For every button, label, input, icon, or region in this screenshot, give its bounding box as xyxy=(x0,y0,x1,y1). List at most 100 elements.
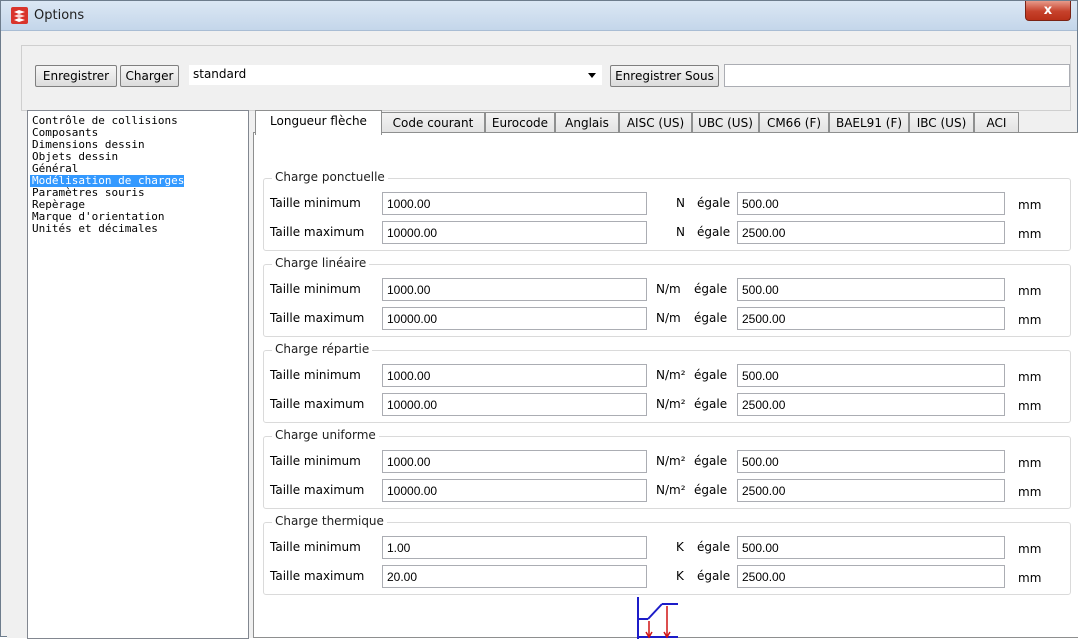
force-unit-label: N xyxy=(676,196,685,210)
equals-length-input[interactable] xyxy=(737,565,1005,588)
size-input[interactable] xyxy=(382,278,647,301)
length-unit-label: mm xyxy=(1018,571,1042,585)
group-title: Charge linéaire xyxy=(272,256,370,270)
dialog-client-area: Enregistrer Charger standard Enregistrer… xyxy=(7,31,1078,639)
load-button[interactable]: Charger xyxy=(120,65,179,87)
equals-label: égale xyxy=(697,196,731,210)
min-size-row: Taille minimum N/m² égale mm xyxy=(264,364,1070,388)
tab-panel-longueur-fleche: Charge ponctuelleTaille minimumNégalemmT… xyxy=(253,132,1078,639)
equals-label: égale xyxy=(697,540,731,554)
tab-aci[interactable]: ACI xyxy=(974,112,1019,134)
size-label: Taille maximum xyxy=(270,483,365,497)
max-size-row: Taille maximum Kégale mm xyxy=(264,565,1070,589)
size-label: Taille minimum xyxy=(270,540,361,554)
group-charge-uniforme: Charge uniforme Taille minimum N/m² égale mm… xyxy=(263,428,1071,509)
min-size-row: Taille minimum N/m² égale mm xyxy=(264,450,1070,474)
force-unit-label: N/m² xyxy=(656,454,686,468)
min-size-row: Taille minimum Kégale mm xyxy=(264,536,1070,560)
tab-longueur-fleche[interactable]: Longueur flèche xyxy=(255,110,382,135)
group-charge-lineaire: Charge linéaire Taille minimum N/m égale mm T… xyxy=(263,256,1071,337)
tab-aisc-us[interactable]: AISC (US) xyxy=(619,112,692,134)
tab-code-courant[interactable]: Code courant xyxy=(381,112,485,134)
tab-anglais[interactable]: Anglais xyxy=(555,112,619,134)
equals-label: égale xyxy=(694,397,728,411)
options-window: Options x Enregistrer Charger standard E… xyxy=(0,0,1078,639)
tab-cm66-f[interactable]: CM66 (F) xyxy=(759,112,829,134)
length-unit-label: mm xyxy=(1018,456,1042,470)
category-item-unites-et-decimales[interactable]: Unités et décimales xyxy=(30,223,184,235)
size-input[interactable] xyxy=(382,393,647,416)
size-input[interactable] xyxy=(382,479,647,502)
size-input[interactable] xyxy=(382,536,647,559)
equals-length-input[interactable] xyxy=(737,450,1005,473)
category-list[interactable]: Contrôle de collisions Composants Dimensio… xyxy=(27,110,249,639)
min-size-row: Taille minimum Négale mm xyxy=(264,192,1070,216)
group-charge-ponctuelle: Charge ponctuelleTaille minimumNégalemmT… xyxy=(263,170,1071,251)
preset-select[interactable]: standard xyxy=(188,64,603,86)
window-title: Options xyxy=(34,8,85,23)
equals-length-input[interactable] xyxy=(737,192,1005,215)
max-size-row: Taille maximum N/m égale mm xyxy=(264,307,1070,331)
size-label: Taille minimum xyxy=(270,454,361,468)
length-unit-label: mm xyxy=(1018,198,1042,212)
size-label: Taille maximum xyxy=(270,225,365,239)
size-label: Taille maximum xyxy=(270,311,365,325)
size-input[interactable] xyxy=(382,565,647,588)
group-charge-repartie: Charge répartie Taille minimum N/m² égale mm… xyxy=(263,342,1071,423)
tab-bael91-f[interactable]: BAEL91 (F) xyxy=(829,112,909,134)
size-label: Taille maximum xyxy=(270,397,365,411)
load-arrow-diagram-icon xyxy=(637,597,678,639)
equals-label: égale xyxy=(694,483,728,497)
tab-ubc-us[interactable]: UBC (US) xyxy=(692,112,759,134)
min-size-row: Taille minimum N/m égale mm xyxy=(264,278,1070,302)
size-label: Taille minimum xyxy=(270,368,361,382)
length-unit-label: mm xyxy=(1018,313,1042,327)
equals-length-input[interactable] xyxy=(737,393,1005,416)
options-app-icon xyxy=(11,7,28,24)
equals-label: égale xyxy=(697,569,731,583)
size-input[interactable] xyxy=(382,364,647,387)
equals-length-input[interactable] xyxy=(737,536,1005,559)
save-button[interactable]: Enregistrer xyxy=(35,65,117,87)
force-unit-label: N xyxy=(676,225,685,239)
size-input[interactable] xyxy=(382,450,647,473)
close-button[interactable]: x xyxy=(1025,1,1071,21)
max-size-row: Taille maximum Négale mm xyxy=(264,221,1070,245)
equals-length-input[interactable] xyxy=(737,221,1005,244)
close-icon: x xyxy=(1043,3,1053,18)
category-list-items: Contrôle de collisions Composants Dimensio… xyxy=(30,115,185,235)
tab-ibc-us[interactable]: IBC (US) xyxy=(909,112,974,134)
length-unit-label: mm xyxy=(1018,370,1042,384)
size-input[interactable] xyxy=(382,221,647,244)
force-unit-label: N/m² xyxy=(656,368,686,382)
force-unit-label: N/m xyxy=(656,282,681,296)
equals-length-input[interactable] xyxy=(737,364,1005,387)
save-as-button[interactable]: Enregistrer Sous xyxy=(610,65,719,87)
equals-length-input[interactable] xyxy=(737,307,1005,330)
length-unit-label: mm xyxy=(1018,485,1042,499)
equals-length-input[interactable] xyxy=(737,479,1005,502)
size-label: Taille minimum xyxy=(270,282,361,296)
equals-label: égale xyxy=(697,225,731,239)
save-as-name-input[interactable] xyxy=(724,64,1070,87)
size-input[interactable] xyxy=(382,307,647,330)
equals-length-input[interactable] xyxy=(737,278,1005,301)
tab-eurocode[interactable]: Eurocode xyxy=(485,112,555,134)
preset-select-value: standard xyxy=(193,67,247,81)
group-title: Charge répartie xyxy=(272,342,373,356)
equals-label: égale xyxy=(694,311,728,325)
title-bar[interactable]: Options x xyxy=(1,1,1077,31)
group-charge-thermique: Charge thermiqueTaille minimumKégalemmTa… xyxy=(263,514,1071,595)
size-label: Taille maximum xyxy=(270,569,365,583)
length-unit-label: mm xyxy=(1018,542,1042,556)
group-title: Charge ponctuelle xyxy=(272,170,388,184)
max-size-row: Taille maximum N/m² égale mm xyxy=(264,479,1070,503)
equals-label: égale xyxy=(694,454,728,468)
size-input[interactable] xyxy=(382,192,647,215)
max-size-row: Taille maximum N/m² égale mm xyxy=(264,393,1070,417)
equals-label: égale xyxy=(694,282,728,296)
force-unit-label: N/m² xyxy=(656,397,686,411)
preset-toolbar: Enregistrer Charger standard Enregistrer… xyxy=(21,45,1071,111)
force-unit-label: K xyxy=(676,540,684,554)
chevron-down-icon[interactable] xyxy=(588,73,596,78)
